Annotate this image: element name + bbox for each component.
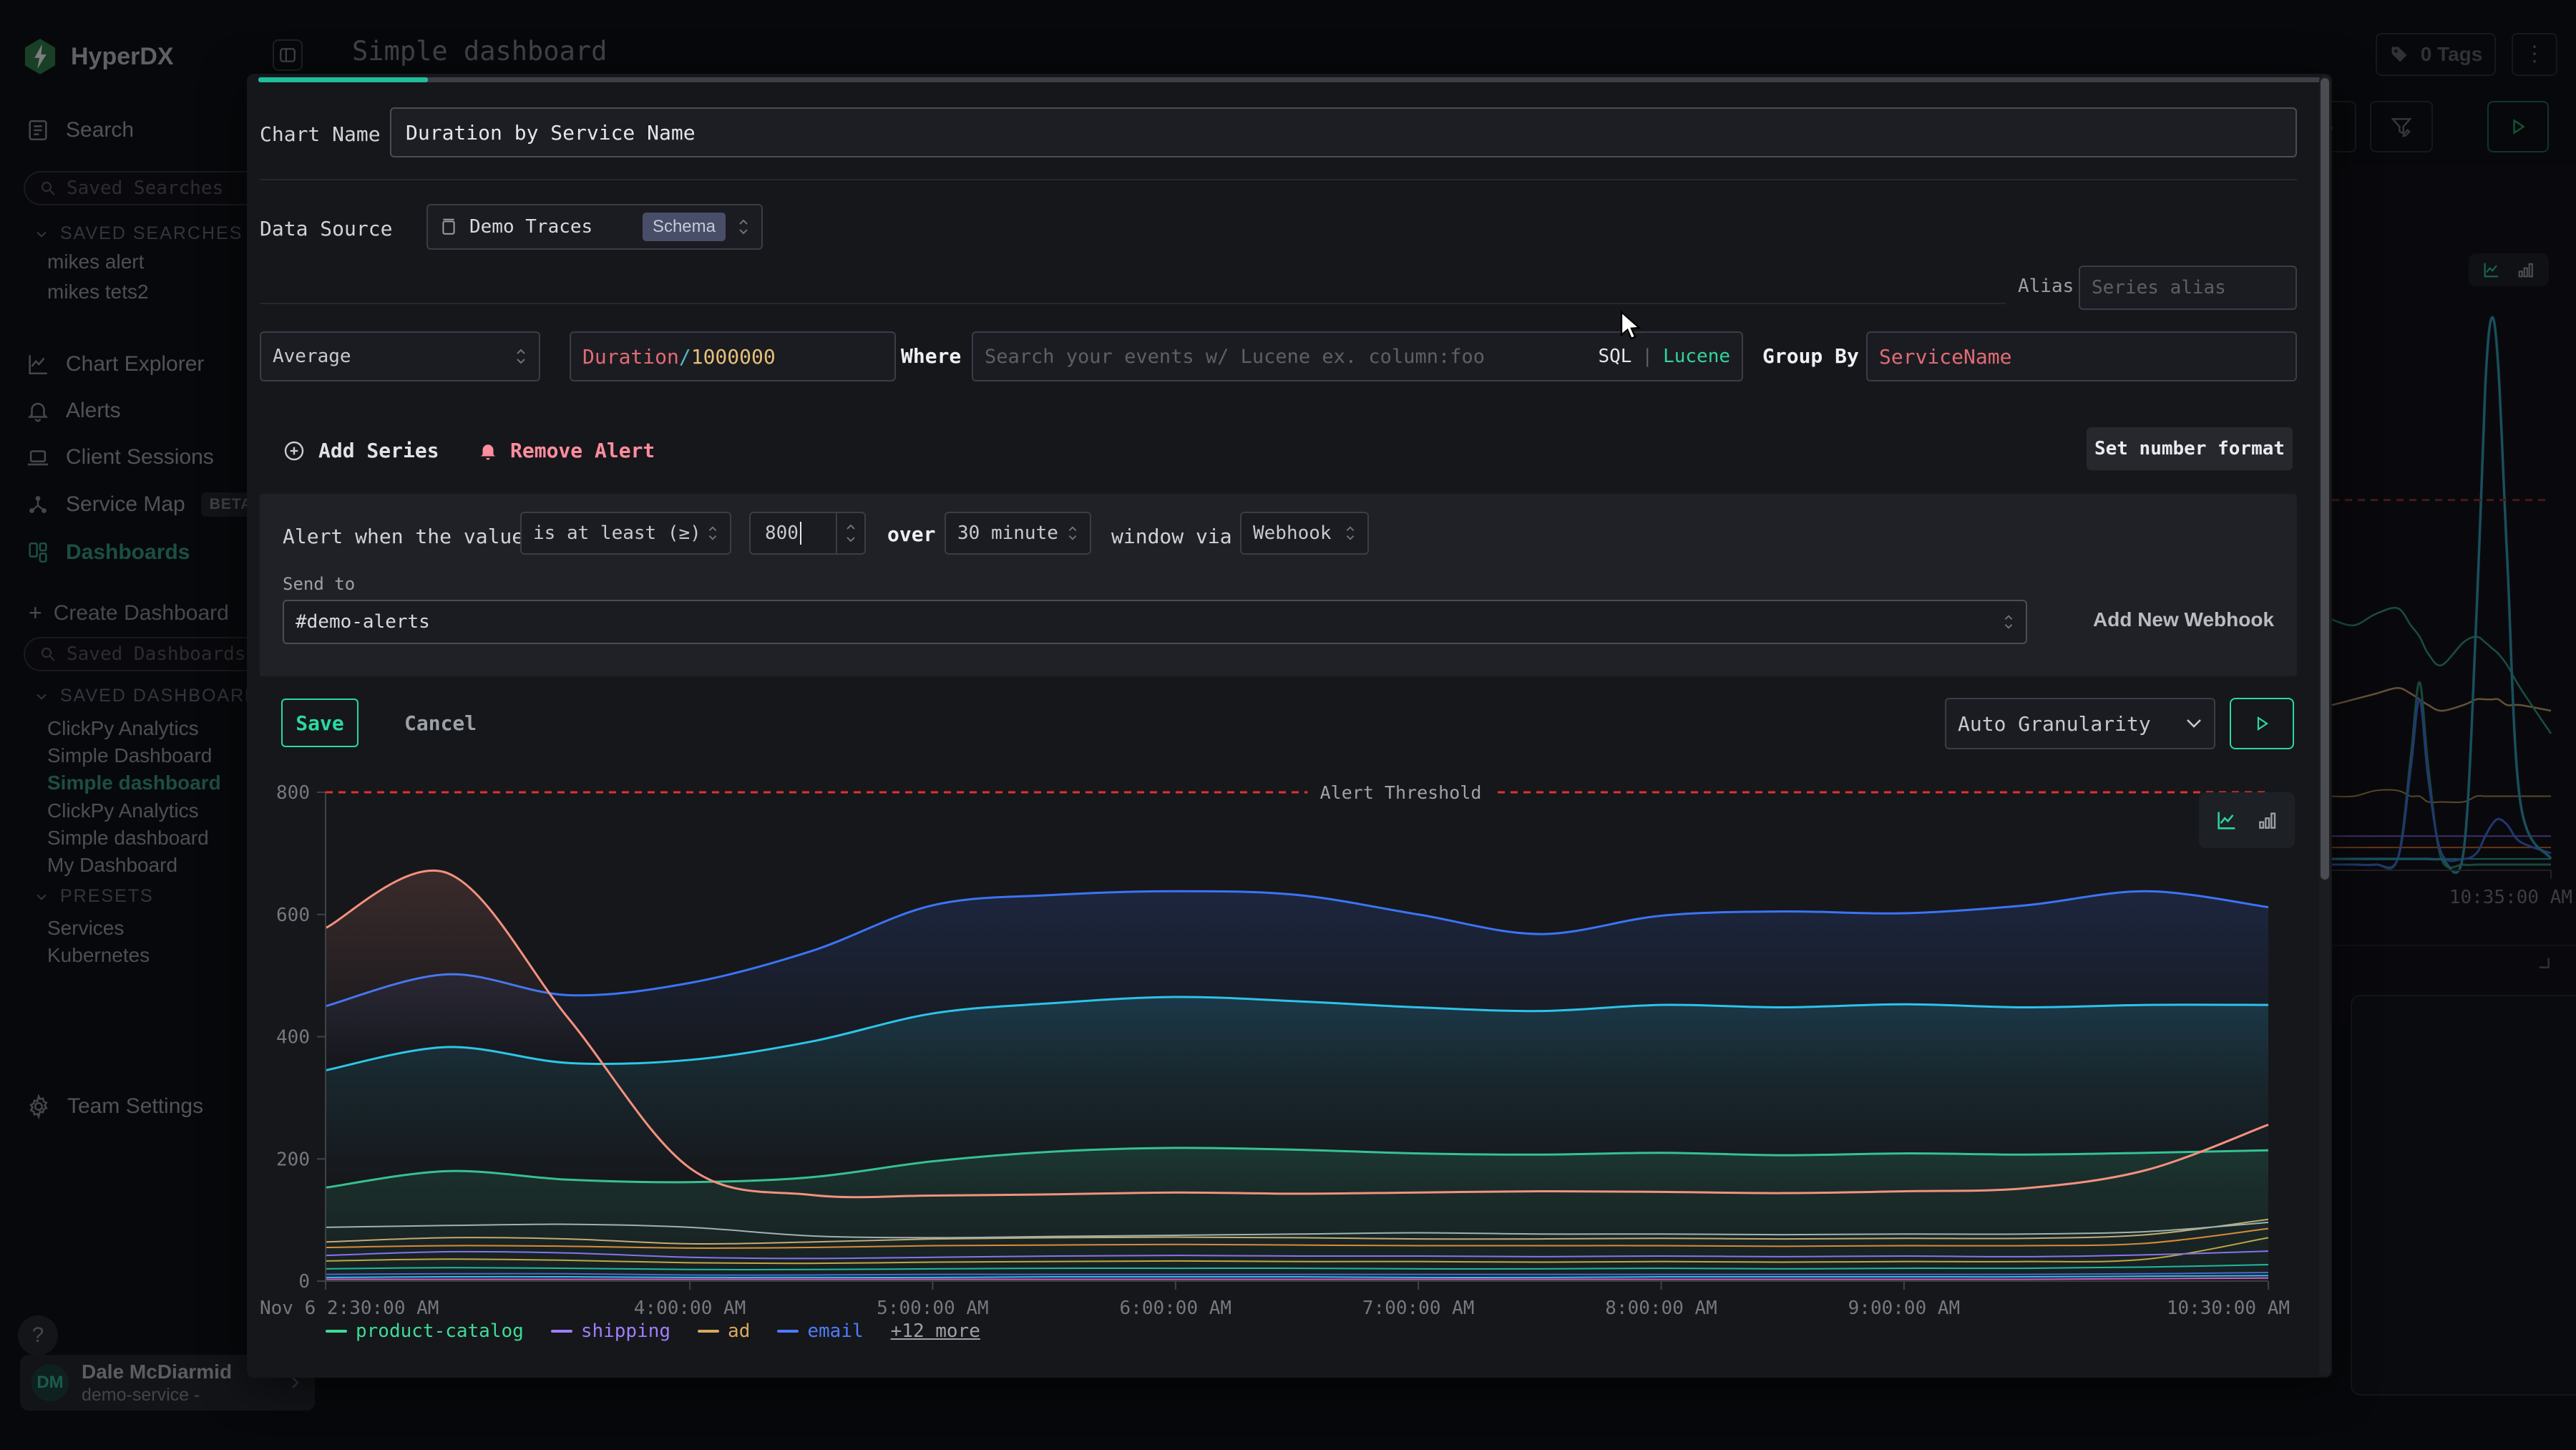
save-button[interactable]: Save bbox=[281, 699, 358, 747]
updown-chevrons-icon bbox=[737, 218, 750, 236]
updown-chevrons-icon bbox=[1345, 525, 1356, 542]
lucene-mode-button[interactable]: Lucene bbox=[1663, 346, 1730, 367]
chevron-down-icon bbox=[846, 536, 856, 542]
updown-chevrons-icon bbox=[707, 525, 718, 542]
send-to-select[interactable]: #demo-alerts bbox=[283, 600, 2027, 644]
data-source-label: Data Source bbox=[260, 217, 392, 240]
over-label: over bbox=[887, 522, 935, 546]
modal-progress-fill bbox=[258, 77, 428, 82]
data-source-select[interactable]: Demo Traces Schema bbox=[426, 204, 763, 250]
legend-more-button[interactable]: +12 more bbox=[891, 1320, 980, 1342]
group-by-label: Group By bbox=[1762, 344, 1859, 368]
mouse-cursor bbox=[1619, 311, 1647, 342]
expression-input[interactable]: Duration/1000000 bbox=[570, 331, 896, 381]
svg-text:Alert Threshold: Alert Threshold bbox=[1320, 782, 1482, 803]
legend-swatch bbox=[551, 1330, 572, 1333]
alert-window-select[interactable]: 30 minute bbox=[945, 512, 1091, 555]
chart-run-button[interactable] bbox=[2230, 698, 2294, 749]
line-chart-icon[interactable] bbox=[2215, 808, 2239, 832]
remove-alert-button[interactable]: Remove Alert bbox=[477, 439, 655, 462]
scrollbar-thumb[interactable] bbox=[2321, 78, 2329, 880]
divider bbox=[260, 303, 2006, 304]
svg-text:8:00:00 AM: 8:00:00 AM bbox=[1605, 1298, 1717, 1317]
expression-token: Duration bbox=[582, 345, 679, 369]
database-icon bbox=[439, 218, 458, 236]
svg-text:4:00:00 AM: 4:00:00 AM bbox=[634, 1298, 746, 1317]
alert-config-panel: Alert when the value is at least (≥) 800… bbox=[260, 494, 2297, 676]
svg-text:400: 400 bbox=[276, 1027, 310, 1048]
sql-mode-button[interactable]: SQL bbox=[1598, 346, 1631, 367]
chevron-down-icon bbox=[2185, 718, 2202, 729]
updown-chevrons-icon bbox=[1067, 525, 1078, 542]
alert-channel-select[interactable]: Webhook bbox=[1240, 512, 1369, 555]
aggregation-select[interactable]: Average bbox=[260, 331, 540, 381]
svg-text:Nov 6 2:30:00 AM: Nov 6 2:30:00 AM bbox=[260, 1298, 439, 1317]
where-label: Where bbox=[901, 344, 961, 368]
chart-name-label: Chart Name bbox=[260, 122, 381, 146]
legend-item[interactable]: shipping bbox=[551, 1320, 670, 1342]
svg-text:0: 0 bbox=[298, 1271, 310, 1293]
divider bbox=[260, 179, 2297, 180]
add-new-webhook-button[interactable]: Add New Webhook bbox=[2093, 608, 2274, 631]
legend-swatch bbox=[777, 1330, 799, 1333]
svg-text:9:00:00 AM: 9:00:00 AM bbox=[1848, 1298, 1961, 1317]
modal-progress-track bbox=[258, 77, 2321, 82]
granularity-select[interactable]: Auto Granularity bbox=[1945, 698, 2215, 749]
svg-text:800: 800 bbox=[276, 782, 310, 804]
window-via-label: window via bbox=[1111, 525, 1232, 548]
mode-divider: | bbox=[1641, 346, 1653, 367]
expression-token: 1000000 bbox=[691, 345, 776, 369]
modal-scrollbar[interactable] bbox=[2319, 75, 2331, 1376]
alias-label: Alias bbox=[2018, 276, 2074, 297]
send-to-label: Send to bbox=[283, 574, 355, 594]
alert-threshold-input[interactable]: 800 bbox=[749, 512, 866, 555]
group-by-input[interactable]: ServiceName bbox=[1866, 331, 2297, 381]
chart-name-input[interactable]: Duration by Service Name bbox=[390, 107, 2297, 157]
svg-text:6:00:00 AM: 6:00:00 AM bbox=[1120, 1298, 1232, 1317]
group-by-value: ServiceName bbox=[1879, 345, 2011, 369]
svg-text:10:30:00 AM: 10:30:00 AM bbox=[2167, 1298, 2290, 1317]
legend-item[interactable]: ad bbox=[698, 1320, 750, 1342]
duration-chart: 0 200 400 600 800 Nov 6 2:30:00 AM 4:00:00 AM 5… bbox=[247, 773, 2321, 1317]
svg-text:5:00:00 AM: 5:00:00 AM bbox=[877, 1298, 989, 1317]
legend-swatch bbox=[698, 1330, 719, 1333]
svg-text:200: 200 bbox=[276, 1149, 310, 1170]
text-caret bbox=[800, 522, 801, 545]
legend-item[interactable]: email bbox=[777, 1320, 863, 1342]
expression-token: / bbox=[679, 345, 691, 369]
legend-item[interactable]: product-catalog bbox=[326, 1320, 524, 1342]
svg-text:7:00:00 AM: 7:00:00 AM bbox=[1362, 1298, 1475, 1317]
chevron-up-icon bbox=[846, 524, 856, 530]
alias-input[interactable]: Series alias bbox=[2079, 266, 2297, 310]
set-number-format-button[interactable]: Set number format bbox=[2087, 427, 2293, 470]
legend-swatch bbox=[326, 1330, 347, 1333]
updown-chevrons-icon bbox=[2003, 613, 2014, 631]
alert-condition-select[interactable]: is at least (≥) bbox=[520, 512, 731, 555]
chart-legend: product-catalog shipping ad email +12 mo… bbox=[326, 1320, 980, 1342]
cancel-button[interactable]: Cancel bbox=[390, 699, 491, 747]
alert-prefix: Alert when the value bbox=[283, 525, 524, 548]
svg-text:600: 600 bbox=[276, 905, 310, 926]
schema-badge: Schema bbox=[643, 213, 726, 241]
add-series-button[interactable]: Add Series bbox=[283, 439, 439, 462]
circle-plus-icon bbox=[283, 439, 306, 462]
edit-chart-modal: Chart Name Duration by Service Name Data… bbox=[247, 74, 2332, 1378]
threshold-value: 800 bbox=[765, 522, 799, 544]
updown-chevrons-icon bbox=[514, 347, 527, 366]
bell-alert-icon bbox=[477, 440, 499, 462]
where-placeholder: Search your events w/ Lucene ex. column:… bbox=[985, 346, 1485, 368]
number-stepper[interactable] bbox=[836, 513, 864, 553]
alias-placeholder: Series alias bbox=[2092, 277, 2226, 298]
play-icon bbox=[2253, 715, 2270, 732]
bar-chart-icon[interactable] bbox=[2256, 809, 2279, 832]
chart-type-toggle[interactable] bbox=[2199, 792, 2295, 848]
